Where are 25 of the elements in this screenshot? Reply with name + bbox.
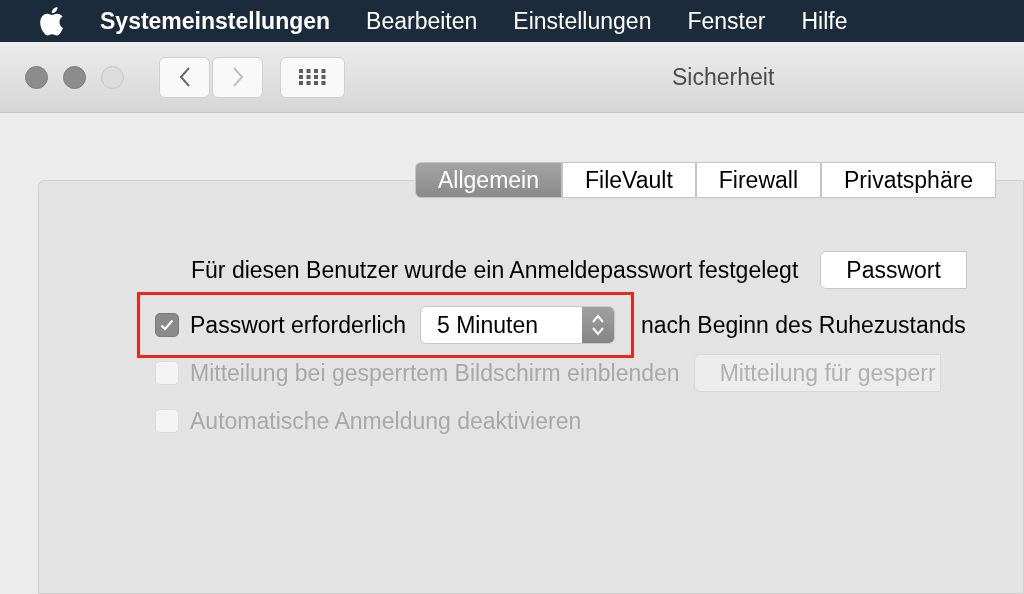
- menu-item[interactable]: Hilfe: [801, 3, 848, 39]
- menu-item[interactable]: Bearbeiten: [366, 3, 478, 39]
- checkbox-label: Automatische Anmeldung deaktivieren: [190, 406, 582, 436]
- window-control-button[interactable]: [25, 65, 48, 89]
- menu-item[interactable]: Fenster: [687, 3, 766, 39]
- password-status-text: Für diesen Benutzer wurde ein Anmeldepasswort festgelegt: [191, 255, 799, 285]
- grid-icon: [298, 69, 327, 85]
- password-button[interactable]: Passwort: [820, 251, 967, 289]
- checkbox-label: Mitteilung bei gesperrtem Bildschirm einblenden: [190, 358, 680, 388]
- window-title: Sicherheit: [672, 62, 775, 92]
- show-all-button[interactable]: [280, 56, 345, 98]
- checkbox-label: Passwort erforderlich: [190, 310, 407, 340]
- tab[interactable]: Firewall: [695, 162, 821, 198]
- tab[interactable]: FileVault: [562, 162, 696, 198]
- apple-logo-icon[interactable]: [38, 6, 64, 36]
- checkmark-icon: [160, 319, 174, 331]
- menu-item[interactable]: Einstellungen: [513, 3, 652, 39]
- minutes-dropdown[interactable]: 5 Minuten: [420, 306, 616, 344]
- window-control-button[interactable]: [63, 65, 86, 89]
- back-button[interactable]: [159, 56, 210, 98]
- up-down-chevron-icon: [591, 313, 606, 337]
- delay-suffix-text: nach Beginn des Ruhezustands: [641, 310, 966, 340]
- checkbox[interactable]: [155, 313, 179, 337]
- tab[interactable]: Privatsphäre: [821, 162, 997, 198]
- menu-item[interactable]: Systemeinstellungen: [100, 3, 331, 39]
